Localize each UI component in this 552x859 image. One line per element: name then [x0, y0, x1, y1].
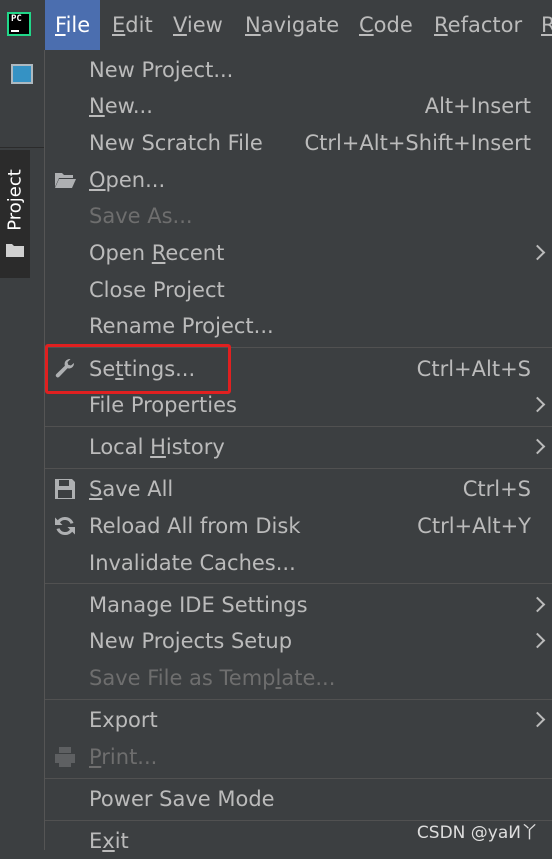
menu-run-partial[interactable]: R	[541, 0, 552, 50]
menu-item-invalidate-caches[interactable]: Invalidate Caches...	[45, 545, 552, 581]
menu-item-reload-all-from-disk[interactable]: Reload All from Disk Ctrl+Alt+Y	[45, 508, 552, 544]
project-tab-label: Project	[4, 169, 26, 231]
menu-item-new-project[interactable]: New Project...	[45, 52, 552, 88]
submenu-arrow-icon	[529, 396, 546, 413]
menu-item-new-projects-setup[interactable]: New Projects Setup	[45, 623, 552, 659]
menu-bar: PC File Edit View Navigate Code Refactor…	[0, 0, 552, 50]
folder-open-icon	[55, 173, 76, 188]
toolstrip-divider	[0, 147, 44, 148]
menu-separator	[45, 468, 552, 469]
menu-item-new-scratch-file[interactable]: New Scratch File Ctrl+Alt+Shift+Insert	[45, 125, 552, 161]
pycharm-logo-icon[interactable]: PC	[7, 12, 31, 36]
menu-item-close-project[interactable]: Close Project	[45, 272, 552, 308]
menu-refactor[interactable]: Refactor	[434, 0, 522, 50]
submenu-arrow-icon	[529, 596, 546, 613]
menu-item-manage-ide-settings[interactable]: Manage IDE Settings	[45, 587, 552, 623]
menu-item-save-all[interactable]: Save All Ctrl+S	[45, 471, 552, 507]
shortcut-label: Alt+Insert	[424, 94, 531, 118]
project-tool-tab[interactable]: Project	[0, 150, 30, 278]
menu-separator	[45, 426, 552, 427]
menu-item-save-as[interactable]: Save As...	[45, 198, 552, 234]
menu-item-local-history[interactable]: Local History	[45, 429, 552, 465]
save-icon	[55, 479, 75, 499]
file-menu-dropdown: New Project... New... Alt+Insert New Scr…	[44, 50, 552, 853]
menu-item-open[interactable]: Open...	[45, 162, 552, 198]
submenu-arrow-icon	[529, 438, 546, 455]
tool-window-icon[interactable]	[11, 64, 33, 84]
menu-view[interactable]: View	[173, 0, 223, 50]
menu-item-new[interactable]: New... Alt+Insert	[45, 88, 552, 124]
shortcut-label: Ctrl+Alt+Shift+Insert	[304, 131, 531, 155]
menu-code[interactable]: Code	[359, 0, 413, 50]
menu-separator	[45, 583, 552, 584]
menu-item-open-recent[interactable]: Open Recent	[45, 235, 552, 271]
menu-item-export[interactable]: Export	[45, 702, 552, 738]
menu-separator	[45, 699, 552, 700]
reload-icon	[55, 516, 75, 536]
watermark: CSDN @yaИ丫	[416, 823, 538, 843]
shortcut-label: Ctrl+Alt+S	[416, 357, 531, 381]
folder-icon	[6, 244, 24, 257]
submenu-arrow-icon	[529, 711, 546, 728]
shortcut-label: Ctrl+S	[462, 477, 531, 501]
submenu-arrow-icon	[529, 244, 546, 261]
shortcut-label: Ctrl+Alt+Y	[417, 514, 531, 538]
print-icon	[55, 747, 75, 767]
menu-file[interactable]: File	[45, 0, 101, 50]
menu-separator	[45, 778, 552, 779]
menu-edit[interactable]: Edit	[112, 0, 153, 50]
submenu-arrow-icon	[529, 632, 546, 649]
menu-item-save-file-as-template[interactable]: Save File as Template...	[45, 660, 552, 696]
tool-window-strip: Project	[0, 50, 44, 850]
menu-navigate[interactable]: Navigate	[245, 0, 339, 50]
settings-highlight-box	[45, 344, 231, 394]
menu-item-rename-project[interactable]: Rename Project...	[45, 308, 552, 344]
menu-item-print[interactable]: Print...	[45, 739, 552, 775]
menu-item-power-save-mode[interactable]: Power Save Mode	[45, 781, 552, 817]
